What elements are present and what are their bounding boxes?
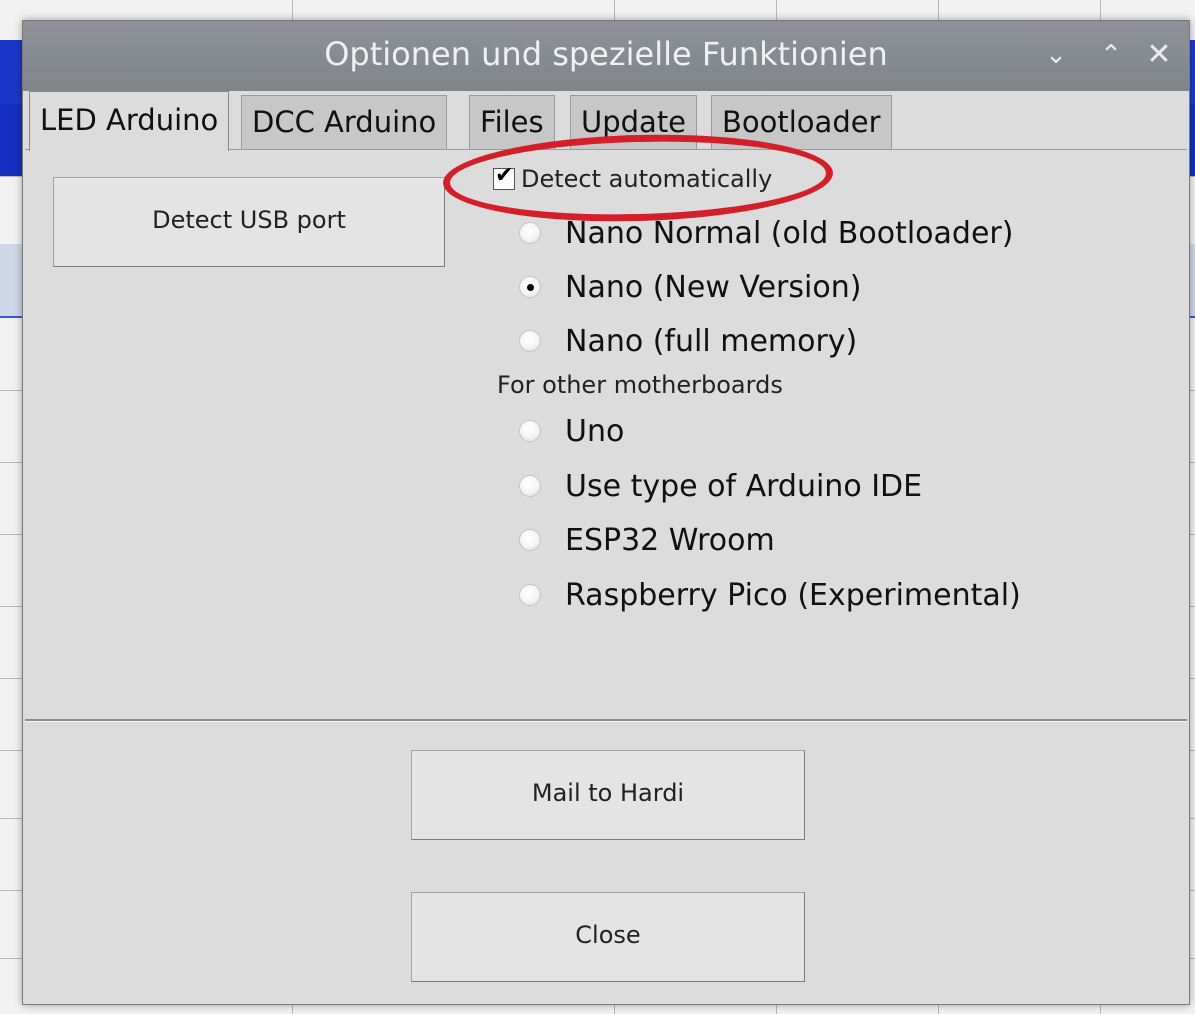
radio-button-icon[interactable] bbox=[519, 475, 541, 497]
tab-led-arduino[interactable]: LED Arduino bbox=[29, 91, 230, 151]
radio-nano-new-version[interactable]: Nano (New Version) bbox=[519, 265, 861, 309]
radio-label: Nano (New Version) bbox=[565, 269, 862, 305]
radio-nano-normal[interactable]: Nano Normal (old Bootloader) bbox=[519, 211, 1013, 255]
tab-files[interactable]: Files bbox=[469, 95, 555, 149]
radio-label: ESP32 Wroom bbox=[565, 522, 775, 558]
radio-label: Raspberry Pico (Experimental) bbox=[565, 577, 1021, 613]
radio-label: Use type of Arduino IDE bbox=[565, 468, 923, 504]
radio-label: Nano Normal (old Bootloader) bbox=[565, 215, 1014, 251]
radio-label: Uno bbox=[565, 413, 625, 449]
dialog-title: Optionen und spezielle Funktionien bbox=[324, 35, 888, 73]
dialog-titlebar[interactable]: Optionen und spezielle Funktionien ⌄ ⌃ ✕ bbox=[23, 21, 1189, 91]
radio-selected-dot bbox=[527, 284, 534, 291]
radio-button-icon[interactable] bbox=[519, 420, 541, 442]
options-dialog: Optionen und spezielle Funktionien ⌄ ⌃ ✕… bbox=[22, 20, 1190, 1005]
mail-to-hardi-button[interactable]: Mail to Hardi bbox=[411, 750, 805, 840]
close-icon[interactable]: ✕ bbox=[1141, 37, 1177, 73]
tab-dcc-arduino[interactable]: DCC Arduino bbox=[241, 95, 448, 149]
close-button[interactable]: Close bbox=[411, 892, 805, 982]
other-motherboards-label: For other motherboards bbox=[497, 371, 783, 399]
radio-raspberry-pico[interactable]: Raspberry Pico (Experimental) bbox=[519, 573, 1021, 617]
minimize-icon[interactable]: ⌄ bbox=[1038, 37, 1074, 73]
radio-button-icon[interactable] bbox=[519, 330, 541, 352]
footer-separator bbox=[25, 719, 1187, 722]
radio-arduino-ide-type[interactable]: Use type of Arduino IDE bbox=[519, 464, 922, 508]
detect-usb-port-button[interactable]: Detect USB port bbox=[53, 177, 445, 267]
radio-button-icon[interactable] bbox=[519, 222, 541, 244]
radio-button-icon[interactable] bbox=[519, 276, 541, 298]
radio-label: Nano (full memory) bbox=[565, 323, 858, 359]
radio-esp32-wroom[interactable]: ESP32 Wroom bbox=[519, 518, 775, 562]
radio-uno[interactable]: Uno bbox=[519, 409, 624, 453]
radio-nano-full-memory[interactable]: Nano (full memory) bbox=[519, 319, 857, 363]
maximize-icon[interactable]: ⌃ bbox=[1093, 37, 1129, 73]
radio-button-icon[interactable] bbox=[519, 529, 541, 551]
radio-button-icon[interactable] bbox=[519, 584, 541, 606]
